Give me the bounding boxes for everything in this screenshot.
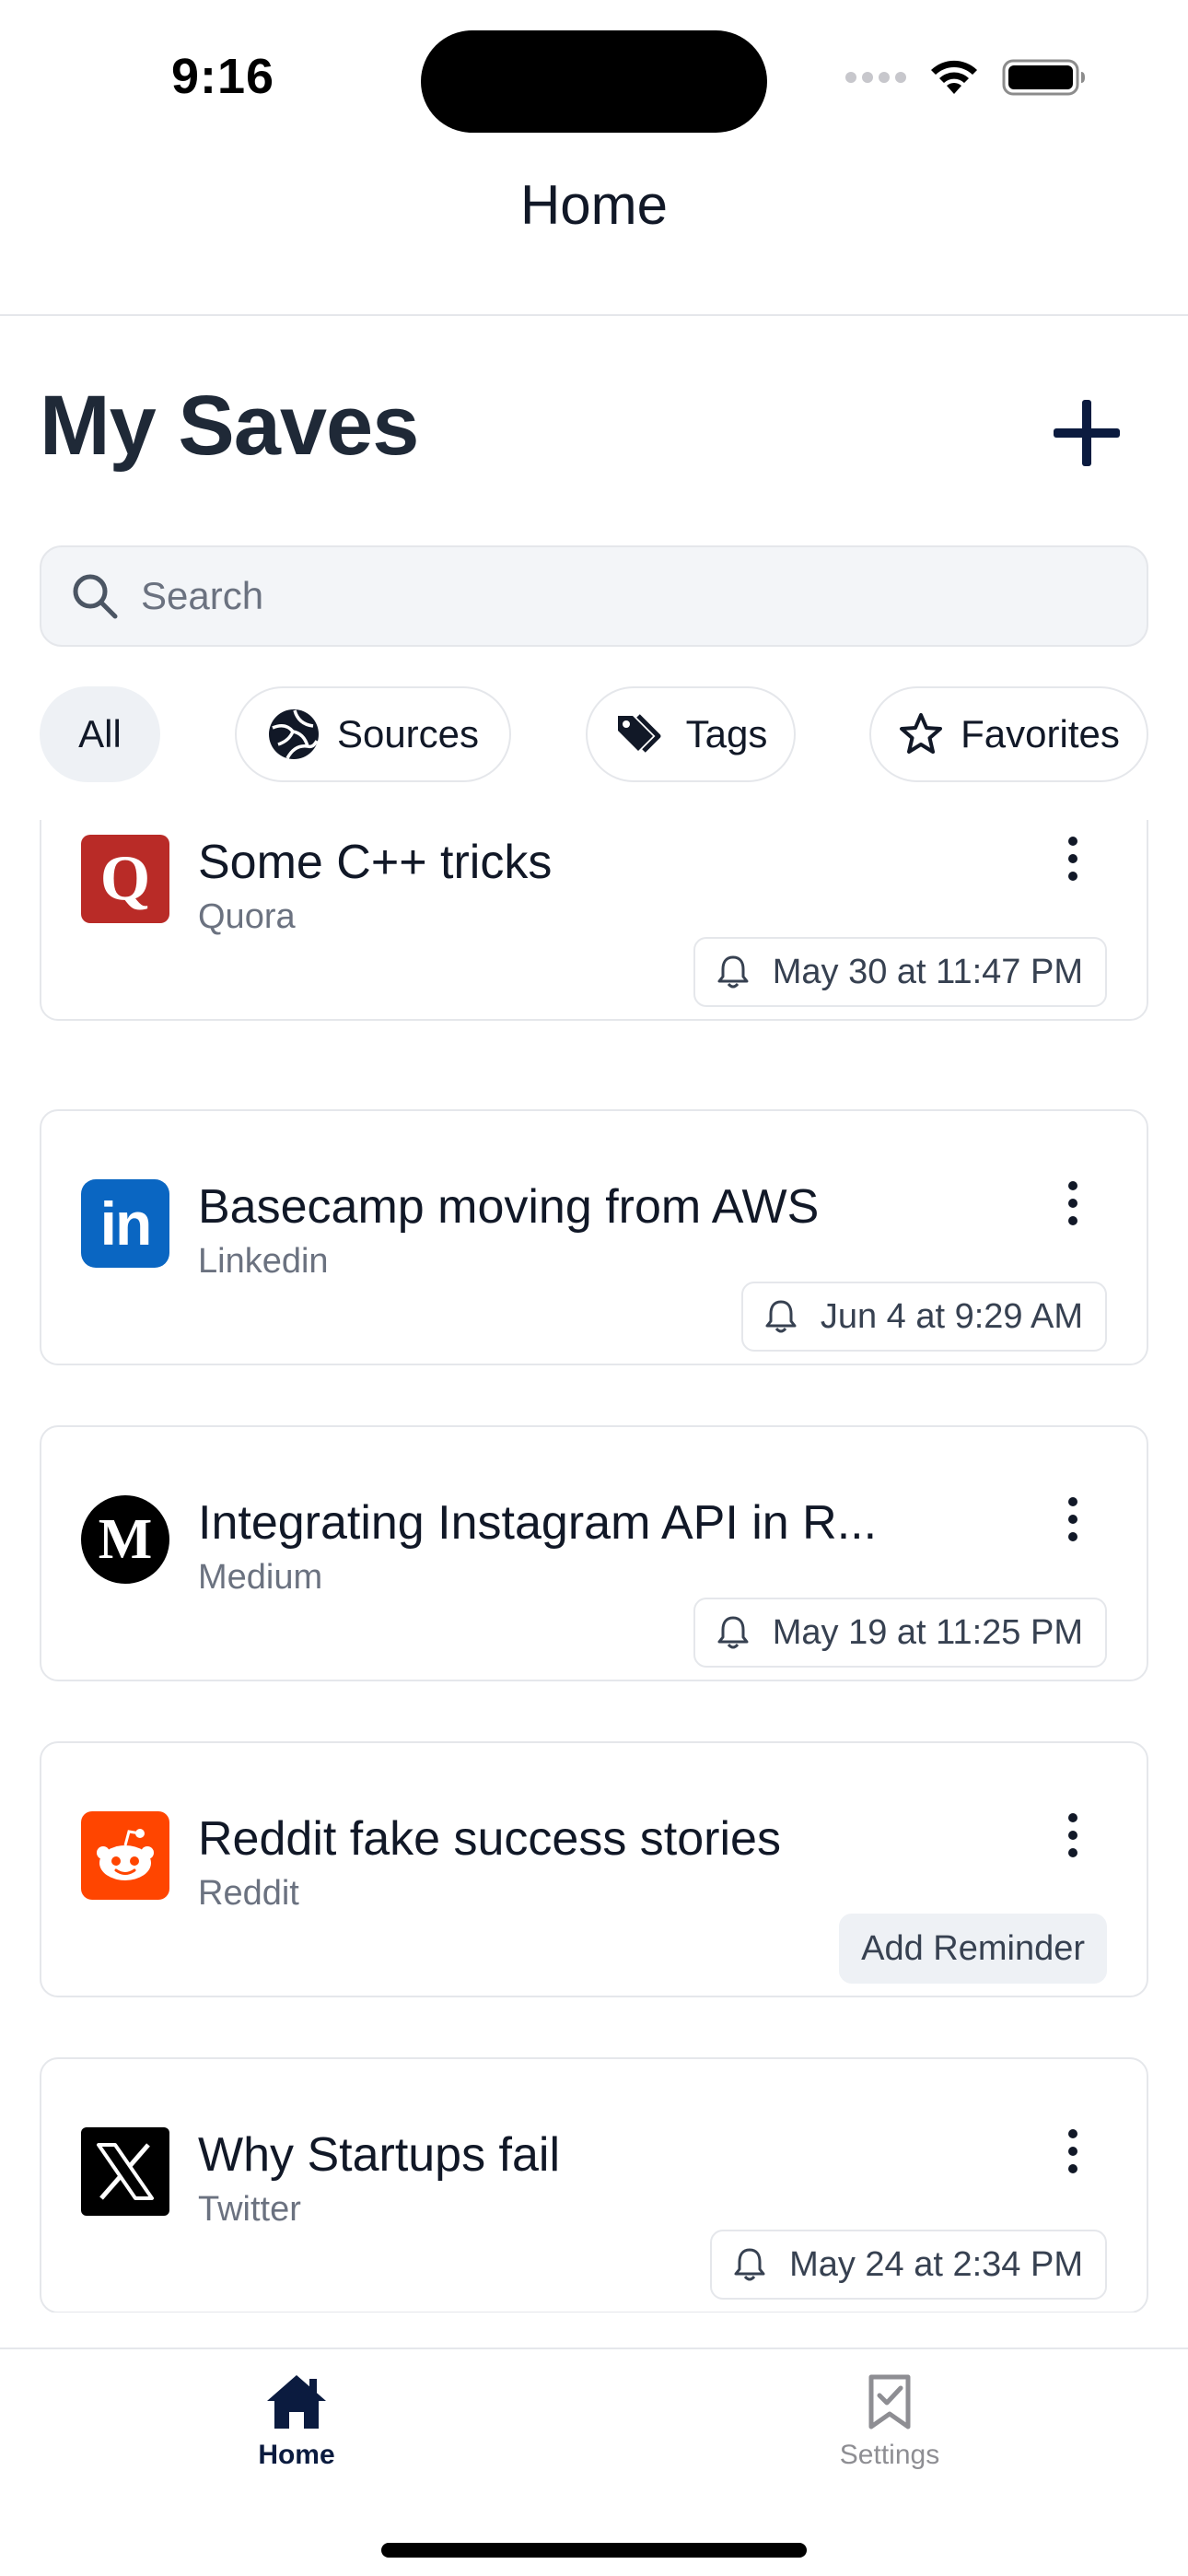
filter-favorites-label: Favorites (961, 712, 1120, 755)
bell-icon (717, 1616, 749, 1649)
reminder-label: May 24 at 2:34 PM (789, 2244, 1083, 2284)
reminder-button[interactable]: May 24 at 2:34 PM (710, 2230, 1107, 2300)
more-options-icon[interactable] (1054, 1492, 1091, 1547)
quora-logo: Q (81, 835, 169, 923)
tab-bar: Home Settings (0, 2348, 1188, 2576)
navigation-header: Home (0, 157, 1188, 316)
plus-icon (1054, 400, 1120, 466)
more-options-icon[interactable] (1054, 831, 1091, 886)
tab-settings[interactable]: Settings (751, 2371, 1028, 2471)
battery-icon (1002, 59, 1085, 96)
more-options-icon[interactable] (1054, 1176, 1091, 1231)
status-bar: 9:16 (0, 0, 1188, 157)
tags-icon (617, 714, 661, 753)
x-logo (81, 2127, 169, 2216)
save-source: Reddit (198, 1874, 299, 1913)
add-reminder-button[interactable]: Add Reminder (839, 1914, 1107, 1984)
save-title: Some C++ tricks (198, 836, 553, 889)
status-time: 9:16 (171, 49, 275, 104)
cellular-signal-icon (845, 72, 906, 83)
filter-favorites[interactable]: Favorites (869, 686, 1148, 782)
home-indicator (381, 2543, 807, 2558)
save-title: Integrating Instagram API in R... (198, 1496, 878, 1550)
reminder-button[interactable]: May 19 at 11:25 PM (693, 1598, 1107, 1668)
tab-home-label: Home (258, 2440, 335, 2470)
more-options-icon[interactable] (1054, 2124, 1091, 2179)
save-title: Reddit fake success stories (198, 1812, 781, 1866)
save-source: Linkedin (198, 1242, 329, 1281)
bookmark-check-icon (868, 2374, 911, 2430)
bell-icon (734, 2248, 765, 2281)
search-icon (67, 568, 122, 624)
save-source: Quora (198, 897, 296, 936)
save-card[interactable]: Why Startups fail Twitter May 24 at 2:34… (40, 2057, 1148, 2313)
status-icons (845, 57, 1087, 98)
filter-all[interactable]: All (40, 686, 160, 782)
reminder-label: Jun 4 at 9:29 AM (820, 1296, 1083, 1336)
medium-logo: M (81, 1495, 169, 1584)
linkedin-logo: in (81, 1179, 169, 1268)
wifi-icon (931, 60, 977, 94)
globe-icon (268, 709, 319, 759)
dynamic-island (421, 30, 767, 133)
filter-sources[interactable]: Sources (235, 686, 511, 782)
filter-chips: All Sources Tags Favorites (40, 686, 1148, 782)
save-card[interactable]: Q Some C++ tricks Quora May 30 at 11:47 … (40, 820, 1148, 1021)
bell-icon (765, 1300, 797, 1333)
reddit-logo (81, 1811, 169, 1900)
save-title: Basecamp moving from AWS (198, 1180, 820, 1234)
save-card[interactable]: M Integrating Instagram API in R... Medi… (40, 1425, 1148, 1681)
home-icon (267, 2375, 326, 2429)
save-card[interactable]: in Basecamp moving from AWS Linkedin Jun… (40, 1109, 1148, 1365)
page-title: My Saves (40, 379, 419, 473)
add-reminder-label: Add Reminder (861, 1928, 1085, 1968)
saves-list[interactable]: Q Some C++ tricks Quora May 30 at 11:47 … (0, 820, 1188, 2313)
tab-settings-label: Settings (839, 2440, 940, 2470)
filter-all-label: All (78, 712, 122, 755)
reminder-button[interactable]: May 30 at 11:47 PM (693, 937, 1107, 1007)
save-source: Medium (198, 1558, 323, 1597)
tab-home[interactable]: Home (158, 2371, 435, 2471)
nav-title: Home (519, 174, 669, 236)
save-title: Why Startups fail (198, 2128, 561, 2182)
save-card[interactable]: Reddit fake success stories Reddit Add R… (40, 1741, 1148, 1997)
reminder-button[interactable]: Jun 4 at 9:29 AM (740, 1282, 1107, 1352)
reminder-label: May 30 at 11:47 PM (772, 952, 1083, 991)
reminder-label: May 19 at 11:25 PM (772, 1612, 1083, 1652)
more-options-icon[interactable] (1054, 1808, 1091, 1863)
filter-sources-label: Sources (336, 712, 480, 755)
search-input[interactable] (141, 574, 1062, 618)
bell-icon (717, 955, 749, 989)
filter-tags[interactable]: Tags (586, 686, 796, 782)
search-bar[interactable] (40, 545, 1148, 647)
star-icon (900, 713, 943, 754)
save-source: Twitter (198, 2190, 301, 2229)
filter-tags-label: Tags (685, 712, 768, 755)
add-save-button[interactable] (1041, 387, 1133, 479)
